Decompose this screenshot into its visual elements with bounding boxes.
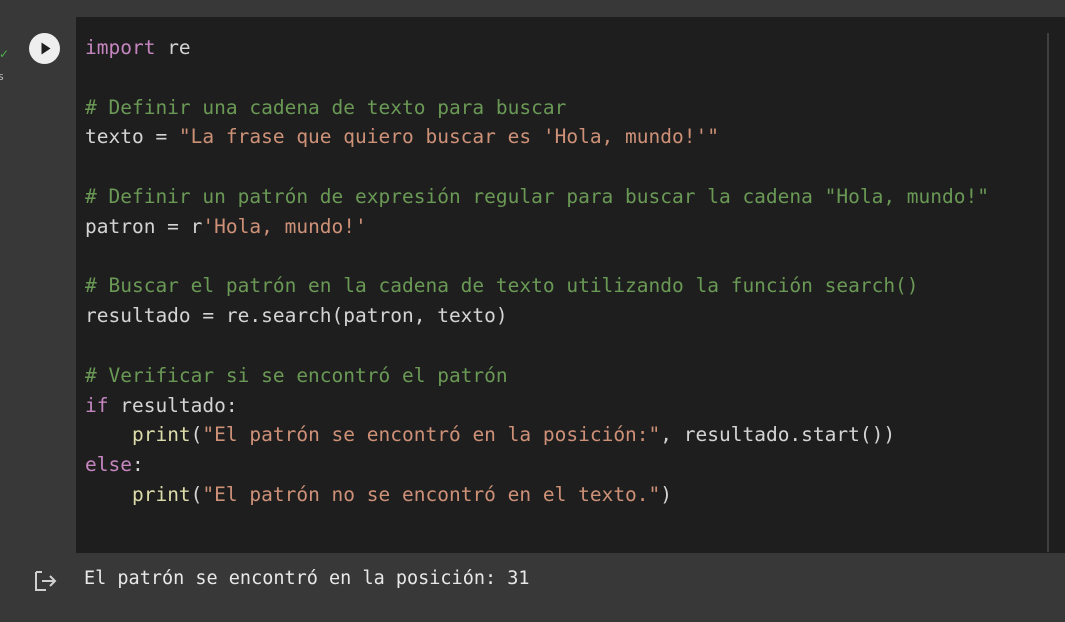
output-text: El patrón se encontró en la posición: 31 [84,568,530,589]
code-text-fragment: texto = [85,125,179,149]
bottom-strip [13,608,1065,622]
executed-check-icon: ✓ [0,47,10,61]
code-line-3: # Definir una cadena de texto para busca… [85,93,989,123]
output-redirect-icon[interactable] [33,570,59,592]
code-line-15: else: [85,450,989,480]
cell-gutter [13,17,76,553]
code-text-fragment: resultado = re.search(patron, texto) [85,304,508,328]
cell-output: El patrón se encontró en la posición: 31 [13,553,1065,608]
code-line-4: texto = "La frase que quiero buscar es '… [85,122,989,152]
comment: # Definir una cadena de texto para busca… [85,95,567,119]
code-text[interactable]: import re # Definir una cadena de texto p… [85,33,989,510]
code-text-fragment: resultado: [108,393,238,417]
function-name: print [131,423,191,447]
code-text-fragment: patron = r [85,214,203,238]
code-line-9: # Buscar el patrón en la cadena de texto… [85,271,989,301]
play-icon [41,42,51,55]
code-line-16: print("El patrón no se encontró en el te… [85,480,989,510]
code-text-fragment: , resultado.start()) [660,423,896,447]
code-text-fragment: ) [660,482,673,506]
string-literal: "El patrón no se encontró en el texto." [202,482,661,506]
keyword: if [85,393,109,417]
code-text-fragment: re [155,36,191,59]
code-line-14: print("El patrón se encontró en la posic… [85,420,989,450]
code-line-7: patron = r'Hola, mundo!' [85,212,989,242]
comment: # Definir un patrón de expresión regular… [85,184,989,208]
keyword: else [85,453,132,477]
function-name: print [131,482,191,506]
code-line-13: if resultado: [85,391,989,421]
code-line-12: # Verificar si se encontró el patrón [85,361,989,391]
keyword: import [85,36,156,59]
code-text-fragment: : [131,453,144,477]
string-literal: 'Hola, mundo!' [202,214,367,238]
notebook-page: ✓ s import re # Definir una cadena de tex… [0,0,1065,622]
code-editor[interactable]: import re # Definir una cadena de texto p… [76,17,1065,553]
code-text-fragment: ( [190,482,203,506]
left-gutter: ✓ s [0,17,13,622]
comment: # Verificar si se encontró el patrón [85,363,508,387]
string-literal: "El patrón se encontró en la posición:" [202,423,661,447]
string-literal: "La frase que quiero buscar es 'Hola, mu… [178,125,719,149]
code-cell[interactable]: import re # Definir una cadena de texto p… [13,17,1065,608]
code-line-6: # Definir un patrón de expresión regular… [85,182,989,212]
code-line-10: resultado = re.search(patron, texto) [85,301,989,331]
comment: # Buscar el patrón en la cadena de texto… [85,274,919,298]
run-cell-button[interactable] [29,33,60,64]
top-strip [0,0,1065,17]
editor-ruler [1047,33,1049,552]
code-text-fragment: ( [190,423,203,447]
code-line-1: import re [85,33,989,63]
execution-time-label: s [0,70,4,83]
